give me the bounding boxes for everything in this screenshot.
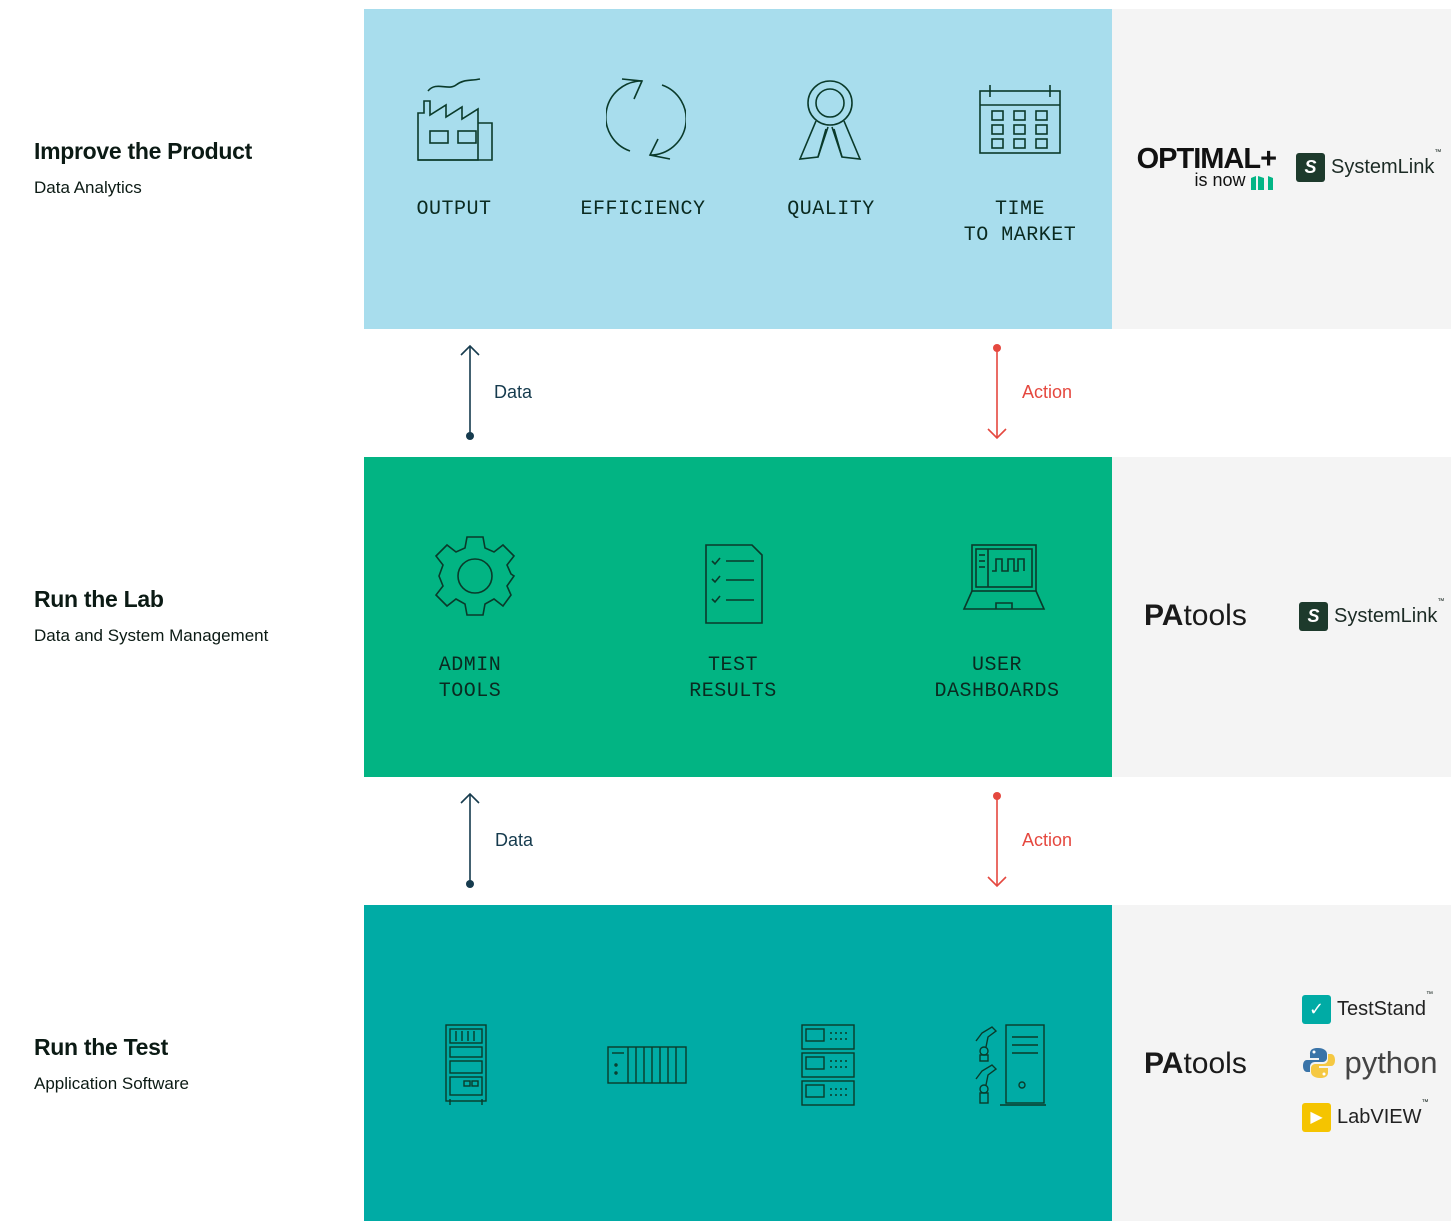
labview-logo: ▶ LabVIEW™ (1302, 1099, 1428, 1132)
data-flow-label: Data (495, 830, 534, 850)
row-title-lab: Run the Lab (34, 586, 164, 612)
optimal-plus-logo: OPTIMAL+ is now (1136, 143, 1277, 190)
product-item-label: QUALITY (787, 198, 875, 221)
product-band: OUTPUT EFFICIENCY QUALITY TIME TO MARKET (364, 9, 1112, 329)
calendar-icon (978, 83, 1062, 157)
cycle-icon (606, 77, 686, 163)
lab-band: ADMIN TOOLS TEST RESULTS USER DASHBOARDS (364, 457, 1112, 777)
patools-logo: PAtools (1144, 1047, 1247, 1080)
data-arrow-up (460, 792, 480, 888)
data-flow-label: Data (494, 382, 533, 402)
stacked-instruments-icon (800, 1023, 856, 1107)
row-title-product: Improve the Product (34, 138, 252, 164)
test-band (364, 905, 1112, 1221)
row-subtitle-product: Data Analytics (34, 178, 142, 197)
systemlink-mark-icon: S (1296, 153, 1325, 182)
product-side-panel: OPTIMAL+ is now S SystemLink™ (1112, 9, 1451, 329)
factory-icon (414, 77, 494, 163)
lab-item-label: USER DASHBOARDS (934, 654, 1060, 703)
lab-item-label: ADMIN TOOLS (438, 654, 502, 703)
python-snake-icon (1303, 1048, 1335, 1078)
test-rack-cabinet-icon (444, 1023, 490, 1107)
lab-item-label: TEST RESULTS (689, 654, 777, 703)
systemlink-mark-icon: S (1299, 602, 1328, 631)
action-arrow-down (987, 344, 1007, 440)
row-subtitle-test: Application Software (34, 1074, 189, 1093)
action-flow-label: Action (1022, 830, 1073, 850)
data-arrow-up (460, 344, 480, 440)
action-arrow-down (987, 792, 1007, 888)
row-subtitle-lab: Data and System Management (34, 626, 269, 645)
product-item-label: TIME TO MARKET (963, 198, 1077, 247)
labview-play-icon: ▶ (1302, 1103, 1331, 1132)
award-ribbon-icon (794, 77, 874, 163)
robot-arm-workstation-icon (970, 1023, 1050, 1107)
systemlink-logo: S SystemLink™ (1296, 149, 1441, 182)
modular-chassis-icon (606, 1045, 688, 1085)
product-item-label: EFFICIENCY (580, 198, 706, 221)
lab-side-panel: PAtools S SystemLink™ (1112, 457, 1451, 777)
product-item-label: OUTPUT (416, 198, 492, 221)
laptop-dashboard-icon (962, 543, 1046, 613)
ni-logo-icon (1251, 175, 1273, 190)
systemlink-logo: S SystemLink™ (1299, 598, 1444, 631)
patools-logo: PAtools (1144, 599, 1247, 632)
test-side-panel: PAtools ✓ TestStand™ python ▶ LabVIEW™ (1112, 905, 1451, 1221)
checklist-icon (704, 543, 764, 625)
python-logo: python (1302, 1045, 1438, 1081)
row-title-test: Run the Test (34, 1034, 168, 1060)
teststand-logo: ✓ TestStand™ (1302, 991, 1433, 1024)
teststand-check-icon: ✓ (1302, 995, 1331, 1024)
gear-icon (434, 535, 516, 617)
action-flow-label: Action (1022, 382, 1073, 402)
